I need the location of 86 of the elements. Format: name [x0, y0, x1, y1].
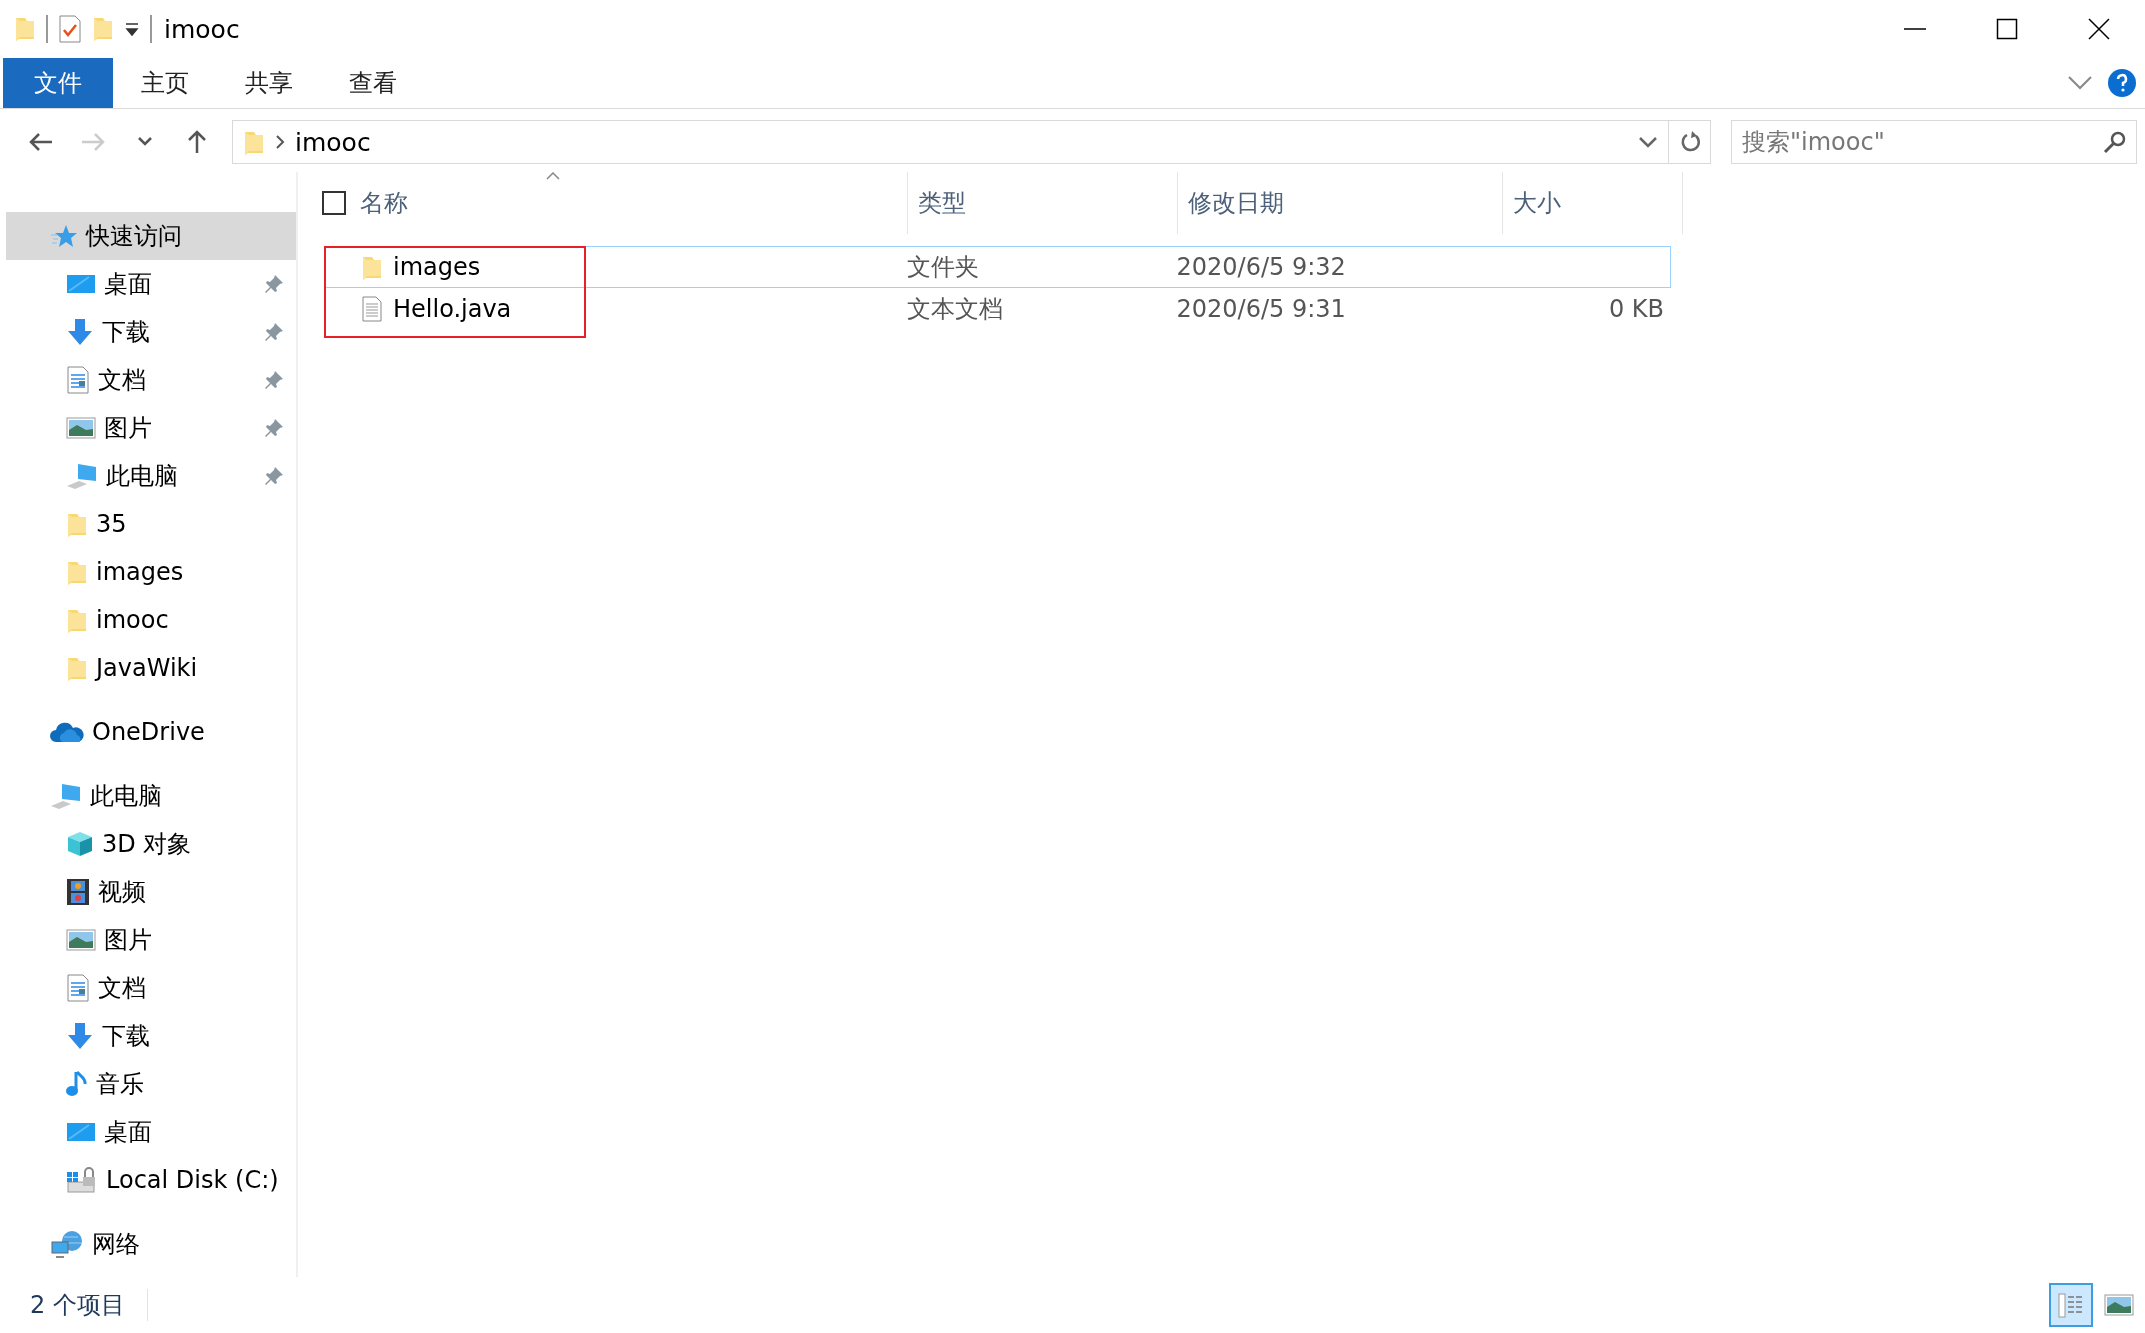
close-icon: [2088, 18, 2110, 40]
desktop-icon: [66, 1120, 96, 1144]
address-bar[interactable]: imooc: [232, 120, 1711, 164]
nav-item[interactable]: 音乐: [0, 1060, 296, 1108]
music-note-icon: [66, 1070, 88, 1098]
file-type: 文件夹: [906, 252, 981, 283]
help-icon[interactable]: [2107, 68, 2137, 98]
computer-icon: [66, 462, 98, 490]
cloud-icon: [50, 721, 84, 743]
nav-item[interactable]: 网络: [0, 1220, 296, 1268]
nav-item[interactable]: imooc: [0, 596, 296, 644]
up-arrow-icon: [187, 130, 207, 154]
file-menu-tab[interactable]: 文件: [3, 58, 113, 108]
folder-icon: [66, 559, 88, 585]
file-name: images: [393, 253, 481, 281]
picture-icon: [66, 416, 96, 440]
maximize-icon: [1996, 18, 2018, 40]
item-count: 2 个项目: [30, 1289, 148, 1321]
column-header[interactable]: 类型: [908, 172, 1178, 234]
picture-icon: [2104, 1293, 2134, 1317]
folder-icon: [361, 254, 383, 280]
download-arrow-icon: [66, 318, 94, 346]
nav-item[interactable]: 桌面: [0, 260, 296, 308]
chevron-down-icon: [138, 137, 152, 147]
nav-item[interactable]: 此电脑: [0, 772, 296, 820]
folder-icon: [66, 607, 88, 633]
document-icon: [66, 974, 90, 1002]
nav-item[interactable]: 图片: [0, 916, 296, 964]
breadcrumb-item[interactable]: imooc: [295, 127, 371, 157]
file-size: 0 KB: [1608, 295, 1664, 323]
nav-item[interactable]: OneDrive: [0, 708, 296, 756]
document-icon: [66, 366, 90, 394]
search-icon[interactable]: [2103, 130, 2127, 154]
breadcrumb-chevron-icon: [275, 134, 285, 150]
picture-icon: [66, 928, 96, 952]
file-row[interactable]: images 文件夹 2020/6/5 9:32: [324, 246, 1671, 288]
nav-item[interactable]: 文档: [0, 356, 296, 404]
computer-icon: [50, 782, 82, 810]
ribbon-tab[interactable]: 共享: [217, 58, 321, 108]
dropdown-caret-icon[interactable]: [124, 21, 140, 37]
nav-item[interactable]: 桌面: [0, 1108, 296, 1156]
file-date: 2020/6/5 9:31: [1175, 295, 1347, 323]
download-arrow-icon: [66, 1022, 94, 1050]
file-type: 文本文档: [906, 294, 1005, 325]
folder-icon: [66, 655, 88, 681]
folder-icon: [66, 511, 88, 537]
nav-item[interactable]: 文档: [0, 964, 296, 1012]
nav-item[interactable]: 此电脑: [0, 452, 296, 500]
forward-arrow-icon: [81, 132, 105, 152]
chevron-down-icon[interactable]: [1638, 136, 1658, 148]
nav-item[interactable]: 图片: [0, 404, 296, 452]
window-title: imooc: [164, 14, 241, 44]
nav-item[interactable]: 快速访问: [6, 212, 296, 260]
star-icon: [50, 223, 78, 249]
nav-item[interactable]: 3D 对象: [0, 820, 296, 868]
network-icon: [50, 1230, 84, 1258]
file-date: 2020/6/5 9:32: [1175, 253, 1347, 281]
nav-item[interactable]: images: [0, 548, 296, 596]
nav-item[interactable]: 下载: [0, 308, 296, 356]
nav-item[interactable]: 下载: [0, 1012, 296, 1060]
film-icon: [66, 878, 90, 906]
nav-item[interactable]: 35: [0, 500, 296, 548]
search-field[interactable]: 搜索"imooc": [1731, 120, 2137, 164]
sort-caret-icon: [546, 172, 560, 180]
nav-item[interactable]: Local Disk (C:): [0, 1156, 296, 1204]
drive-icon: [66, 1166, 98, 1194]
column-header[interactable]: 大小: [1503, 172, 1683, 234]
back-arrow-icon: [29, 132, 53, 152]
text-file-icon: [361, 296, 383, 322]
select-all-checkbox[interactable]: [322, 191, 346, 215]
column-header[interactable]: 修改日期: [1178, 172, 1503, 234]
details-view-button[interactable]: [2049, 1283, 2093, 1327]
details-view-icon: [2057, 1291, 2085, 1319]
file-row[interactable]: Hello.java 文本文档 2020/6/5 9:31 0 KB: [324, 288, 1671, 330]
ribbon-tab[interactable]: 查看: [321, 58, 425, 108]
file-name: Hello.java: [393, 295, 512, 323]
nav-item[interactable]: 视频: [0, 868, 296, 916]
minimize-icon: [1904, 28, 1926, 30]
nav-item[interactable]: JavaWiki: [0, 644, 296, 692]
chevron-down-icon[interactable]: [2067, 75, 2093, 91]
folder-icon: [243, 129, 265, 155]
desktop-icon: [66, 272, 96, 296]
cube-icon: [66, 830, 94, 858]
column-header[interactable]: 名称: [346, 172, 908, 234]
properties-checklist-icon[interactable]: [58, 15, 82, 43]
ribbon-tab[interactable]: 主页: [113, 58, 217, 108]
